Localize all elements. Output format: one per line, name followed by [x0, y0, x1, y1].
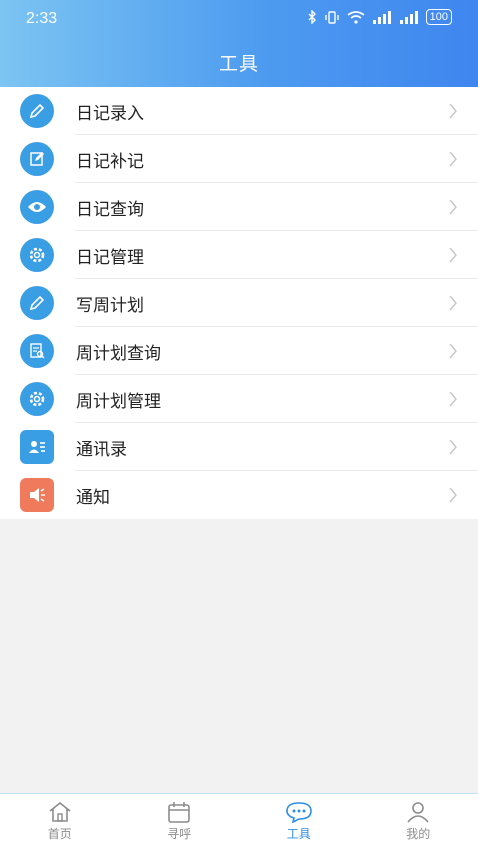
menu-item-label: 通知	[76, 487, 110, 508]
pencil-icon	[20, 94, 54, 128]
status-icons: 100	[308, 9, 452, 25]
chevron-right-icon	[449, 391, 457, 407]
menu-item-label: 写周计划	[76, 295, 144, 316]
bluetooth-icon	[308, 10, 316, 24]
chevron-right-icon	[449, 199, 457, 215]
tab-label: 首页	[47, 827, 72, 841]
edit-note-icon	[20, 142, 54, 176]
status-time: 2:33	[26, 10, 58, 27]
signal-icon-2	[399, 10, 418, 24]
page-title: 工具	[218, 53, 259, 75]
calendar-icon	[168, 802, 191, 823]
menu-item-label: 日记查询	[76, 199, 144, 220]
signal-icon	[372, 10, 391, 24]
menu-item-label: 周计划查询	[76, 343, 161, 364]
megaphone-icon	[20, 478, 54, 512]
chevron-right-icon	[449, 295, 457, 311]
menu-item-diary-entry[interactable]: 日记录入	[0, 87, 478, 135]
contacts-icon	[20, 430, 54, 464]
vibrate-icon	[324, 10, 339, 24]
app-header: 2:33 100 工具	[0, 0, 478, 87]
menu-item-label: 日记补记	[76, 151, 144, 172]
tab-label: 寻呼	[167, 827, 192, 841]
tab-tools[interactable]: 工具	[239, 794, 359, 850]
document-search-icon	[20, 334, 54, 368]
gear-icon	[20, 238, 54, 272]
status-bar: 2:33 100	[0, 0, 478, 38]
chevron-right-icon	[449, 487, 457, 503]
menu-item-weekly-plan-manage[interactable]: 周计划管理	[0, 375, 478, 423]
tab-paging[interactable]: 寻呼	[120, 794, 240, 850]
tab-label: 我的	[406, 827, 431, 841]
home-icon	[49, 801, 71, 822]
chevron-right-icon	[449, 247, 457, 263]
chat-icon	[285, 802, 312, 823]
eye-icon	[20, 190, 54, 224]
menu-item-label: 通讯录	[76, 439, 127, 460]
chevron-right-icon	[449, 439, 457, 455]
person-icon	[407, 802, 429, 823]
chevron-right-icon	[449, 343, 457, 359]
tab-label: 工具	[286, 827, 311, 841]
menu-item-diary-supplement[interactable]: 日记补记	[0, 135, 478, 183]
tab-me[interactable]: 我的	[359, 794, 478, 850]
battery-indicator: 100	[425, 9, 452, 25]
menu-item-diary-manage[interactable]: 日记管理	[0, 231, 478, 279]
menu-item-label: 日记录入	[76, 103, 144, 124]
bottom-tab-bar: 首页 寻呼 工具 我的	[0, 793, 478, 850]
menu-item-weekly-plan-query[interactable]: 周计划查询	[0, 327, 478, 375]
menu-item-label: 周计划管理	[76, 391, 161, 412]
menu-item-write-weekly-plan[interactable]: 写周计划	[0, 279, 478, 327]
chevron-right-icon	[449, 103, 457, 119]
menu-item-contacts[interactable]: 通讯录	[0, 423, 478, 471]
menu-item-notice[interactable]: 通知	[0, 471, 478, 519]
tools-menu: 日记录入 日记补记 日记查询 日记管理 写周计划 周计划查询 周计划管理 通讯录…	[0, 87, 478, 519]
gear-icon	[20, 382, 54, 416]
wifi-icon	[347, 10, 365, 24]
menu-item-label: 日记管理	[76, 247, 144, 268]
menu-item-diary-query[interactable]: 日记查询	[0, 183, 478, 231]
pencil-icon	[20, 286, 54, 320]
tab-home[interactable]: 首页	[0, 794, 120, 850]
chevron-right-icon	[449, 151, 457, 167]
